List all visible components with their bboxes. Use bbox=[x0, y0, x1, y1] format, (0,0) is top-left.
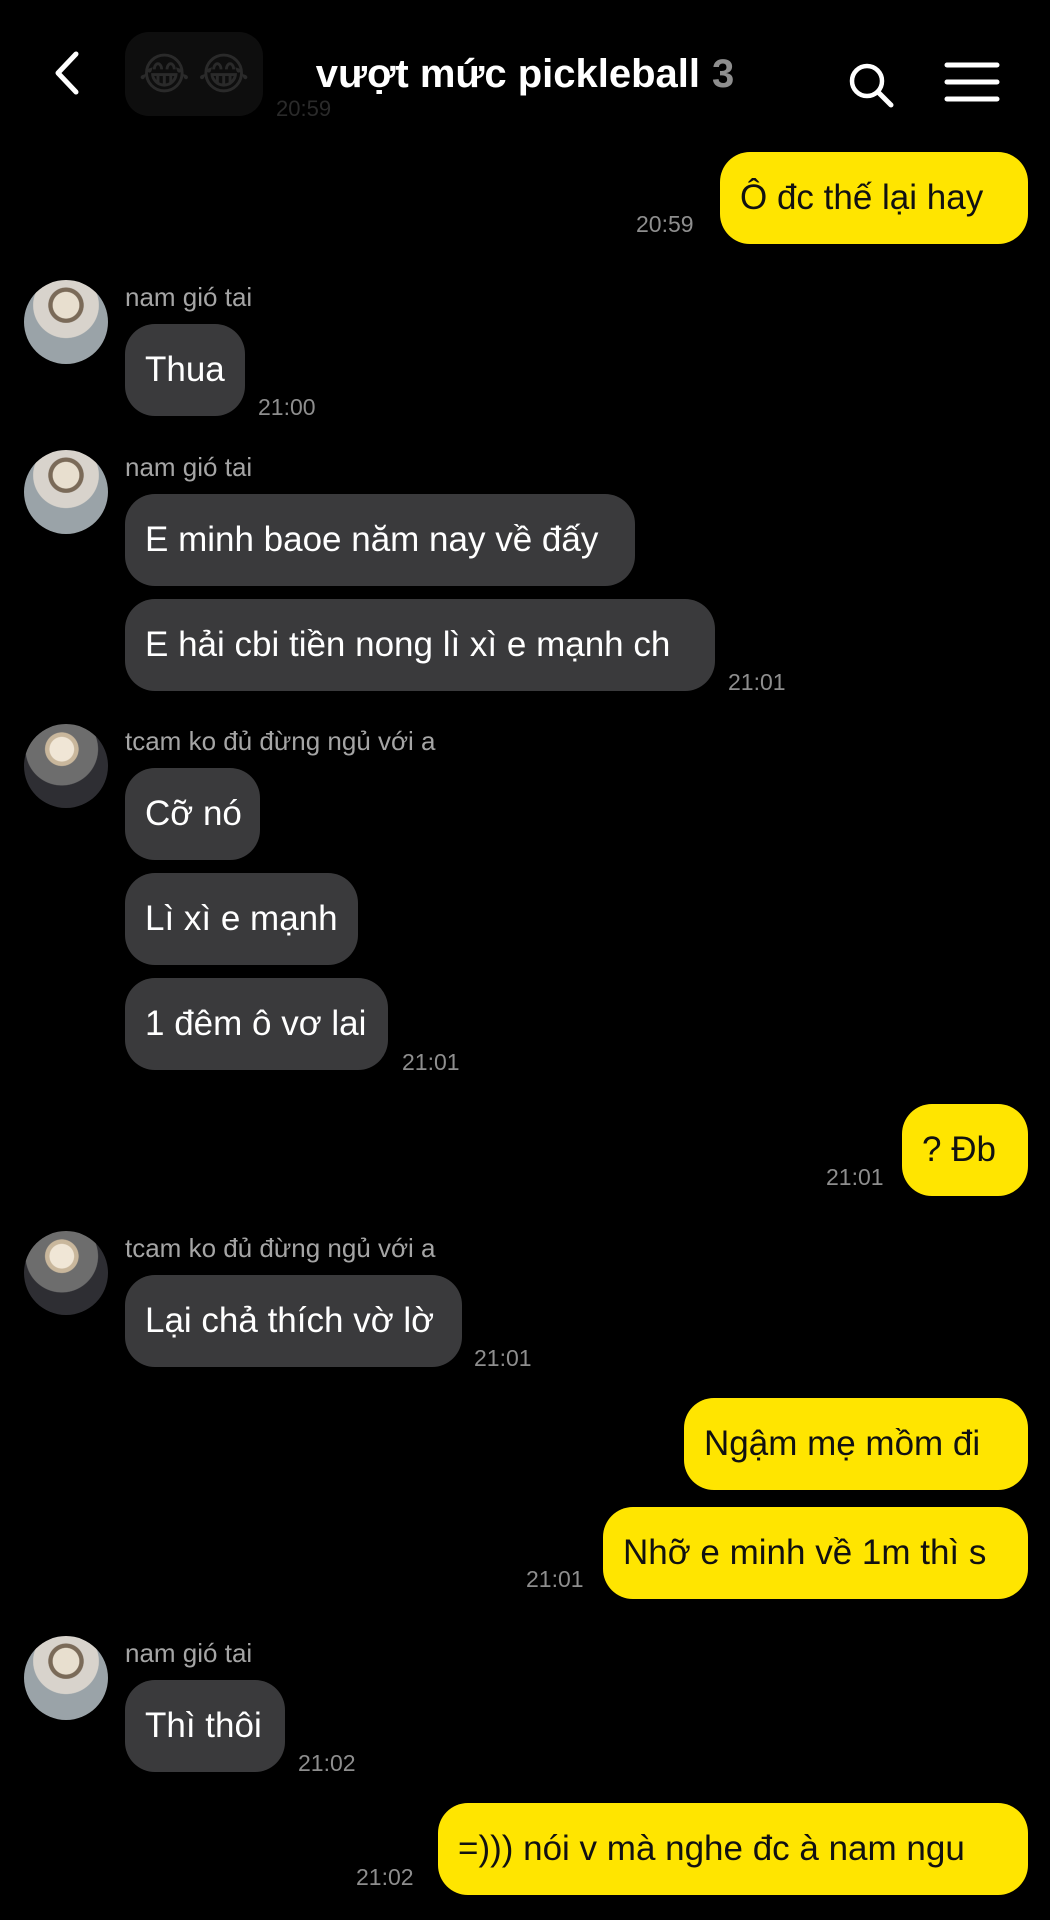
message-time: 21:00 bbox=[258, 394, 316, 420]
avatar[interactable] bbox=[24, 1231, 108, 1315]
search-icon[interactable] bbox=[846, 60, 896, 110]
menu-icon[interactable] bbox=[944, 60, 1000, 104]
incoming-message-bubble[interactable]: E hải cbi tiền nong lì xì e mạnh ch bbox=[125, 599, 715, 691]
avatar[interactable] bbox=[24, 1636, 108, 1720]
incoming-message-bubble[interactable]: Lại chả thích vờ lờ bbox=[125, 1275, 462, 1367]
outgoing-message-bubble[interactable]: Ngậm mẹ mồm đi bbox=[684, 1398, 1028, 1490]
avatar[interactable] bbox=[24, 280, 108, 364]
incoming-message-bubble[interactable]: 1 đêm ô vơ lai bbox=[125, 978, 388, 1070]
sender-name: nam gió tai bbox=[125, 452, 253, 482]
message-time: 21:02 bbox=[356, 1864, 414, 1890]
outgoing-message-bubble[interactable]: ? Đb bbox=[902, 1104, 1028, 1196]
message-time: 20:59 bbox=[636, 211, 694, 237]
incoming-message-bubble[interactable]: Cỡ nó bbox=[125, 768, 260, 860]
incoming-message-bubble[interactable]: Lì xì e mạnh bbox=[125, 873, 358, 965]
outgoing-message-bubble[interactable]: Ô đc thế lại hay bbox=[720, 152, 1028, 244]
outgoing-message-bubble[interactable]: =))) nói v mà nghe đc à nam ngu bbox=[438, 1803, 1028, 1895]
incoming-message-bubble[interactable]: Thì thôi bbox=[125, 1680, 285, 1772]
sender-name: nam gió tai bbox=[125, 282, 253, 312]
faded-message-time: 20:59 bbox=[276, 96, 332, 121]
sender-name: nam gió tai bbox=[125, 1638, 253, 1668]
message-time: 21:01 bbox=[728, 669, 786, 695]
incoming-message-bubble[interactable]: E minh baoe năm nay về đấy bbox=[125, 494, 635, 586]
message-time: 21:01 bbox=[526, 1566, 584, 1592]
message-time: 21:02 bbox=[298, 1750, 356, 1776]
group-name: vượt mức pickleball bbox=[315, 52, 701, 96]
message-time: 21:01 bbox=[402, 1049, 460, 1075]
incoming-message-bubble[interactable]: Thua bbox=[125, 324, 245, 416]
chat-header: 😂 😂 20:59 vượt mức pickleball 3 bbox=[0, 0, 1050, 150]
sender-name: tcam ko đủ đừng ngủ với a bbox=[125, 726, 436, 756]
message-time: 21:01 bbox=[826, 1164, 884, 1190]
message-time: 21:01 bbox=[474, 1345, 532, 1371]
member-count: 3 bbox=[712, 52, 735, 96]
outgoing-message-bubble[interactable]: Nhỡ e minh về 1m thì s bbox=[603, 1507, 1028, 1599]
sender-name: tcam ko đủ đừng ngủ với a bbox=[125, 1233, 436, 1263]
avatar[interactable] bbox=[24, 450, 108, 534]
avatar[interactable] bbox=[24, 724, 108, 808]
